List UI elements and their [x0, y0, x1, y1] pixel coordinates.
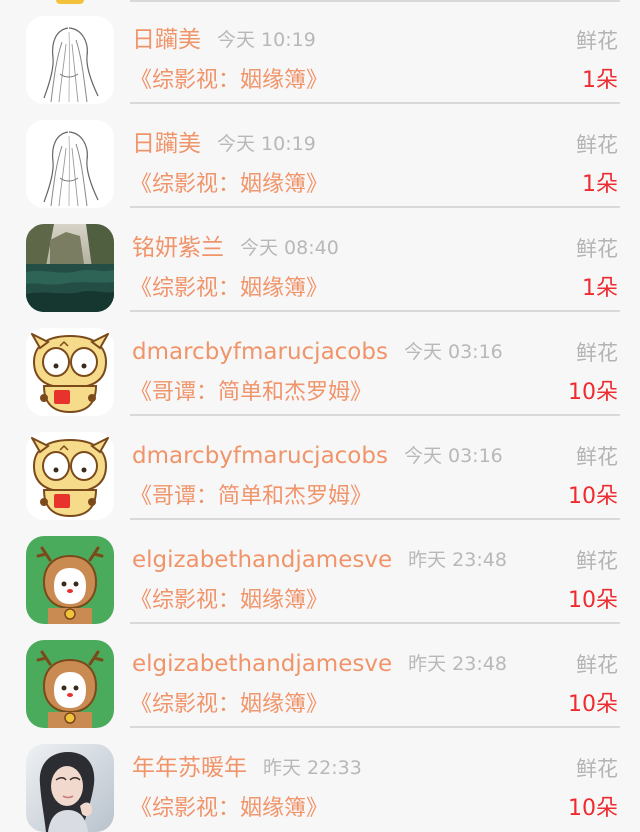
- sender-name[interactable]: 日躏美 今天 10:19: [132, 24, 316, 56]
- sender-name[interactable]: 铭妍紫兰 今天 08:40: [132, 232, 339, 264]
- gift-count: 1朵: [582, 68, 618, 93]
- gift-count: 10朵: [568, 692, 618, 717]
- reindeer-avatar-icon[interactable]: [26, 536, 114, 624]
- list-item[interactable]: 年年苏暖年 昨天 22:33 鲜花 《综影视：姻缘簿》 10朵: [0, 728, 640, 832]
- book-title[interactable]: 《综影视：姻缘簿》: [130, 690, 328, 720]
- list-item[interactable]: 铭妍紫兰 今天 08:40 鲜花 《综影视：姻缘簿》 1朵: [0, 208, 640, 312]
- send-time: 昨天 22:33: [263, 757, 362, 779]
- send-time: 今天 03:16: [403, 341, 503, 363]
- cartoon-cat-avatar-icon[interactable]: [26, 328, 114, 416]
- book-title[interactable]: 《综影视：姻缘簿》: [130, 170, 328, 200]
- gift-count: 10朵: [568, 380, 618, 405]
- sender-name[interactable]: 年年苏暖年 昨天 22:33: [132, 752, 362, 784]
- book-title[interactable]: 《哥谭：简单和杰罗姆》: [130, 378, 372, 408]
- gift-type: 鲜花: [576, 549, 618, 573]
- gift-type: 鲜花: [576, 341, 618, 365]
- gift-type: 鲜花: [576, 237, 618, 261]
- sketch-girl-avatar-icon[interactable]: [26, 120, 114, 208]
- list-item[interactable]: elgizabethandjamesve 昨天 23:48 鲜花 《综影视：姻缘簿…: [0, 520, 640, 624]
- gift-count: 10朵: [568, 484, 618, 509]
- gift-type: 鲜花: [576, 445, 618, 469]
- sender-name-text[interactable]: dmarcbyfmarucjacobs: [132, 339, 388, 365]
- send-time: 今天 08:40: [240, 237, 339, 259]
- sender-name[interactable]: dmarcbyfmarucjacobs 今天 03:16: [132, 440, 503, 472]
- gift-type: 鲜花: [576, 757, 618, 781]
- portrait-photo-avatar-icon[interactable]: [26, 744, 114, 832]
- cartoon-cat-avatar-icon[interactable]: [26, 432, 114, 520]
- sender-name-text[interactable]: 年年苏暖年: [132, 755, 247, 781]
- gift-count: 1朵: [582, 172, 618, 197]
- gift-count: 10朵: [568, 588, 618, 613]
- sender-name-text[interactable]: 日躏美: [132, 131, 201, 157]
- reindeer-avatar-icon[interactable]: [26, 640, 114, 728]
- book-title[interactable]: 《综影视：姻缘簿》: [130, 586, 328, 616]
- gift-count: 10朵: [568, 796, 618, 821]
- sender-name[interactable]: elgizabethandjamesve 昨天 23:48: [132, 648, 507, 680]
- book-title[interactable]: 《综影视：姻缘簿》: [130, 274, 328, 304]
- book-title[interactable]: 《哥谭：简单和杰罗姆》: [130, 482, 372, 512]
- list-item[interactable]: 日躏美 今天 10:19 鲜花 《综影视：姻缘簿》 1朵: [0, 0, 640, 104]
- book-title[interactable]: 《综影视：姻缘簿》: [130, 794, 328, 824]
- list-item[interactable]: dmarcbyfmarucjacobs 今天 03:16 鲜花 《哥谭：简单和杰罗…: [0, 416, 640, 520]
- send-time: 今天 03:16: [403, 445, 503, 467]
- gift-record-list: 日躏美 今天 10:19 鲜花 《综影视：姻缘簿》 1朵 日躏美 今天 10:19 …: [0, 0, 640, 832]
- send-time: 昨天 23:48: [408, 549, 507, 571]
- list-item[interactable]: dmarcbyfmarucjacobs 今天 03:16 鲜花 《哥谭：简单和杰罗…: [0, 312, 640, 416]
- list-item[interactable]: elgizabethandjamesve 昨天 23:48 鲜花 《综影视：姻缘簿…: [0, 624, 640, 728]
- gift-type: 鲜花: [576, 653, 618, 677]
- sender-name-text[interactable]: 铭妍紫兰: [132, 235, 224, 261]
- send-time: 今天 10:19: [217, 29, 316, 51]
- sender-name-text[interactable]: dmarcbyfmarucjacobs: [132, 443, 388, 469]
- gift-count: 1朵: [582, 276, 618, 301]
- sender-name[interactable]: elgizabethandjamesve 昨天 23:48: [132, 544, 507, 576]
- sender-name-text[interactable]: elgizabethandjamesve: [132, 651, 392, 677]
- send-time: 今天 10:19: [217, 133, 316, 155]
- sketch-girl-avatar-icon[interactable]: [26, 16, 114, 104]
- gift-type: 鲜花: [576, 29, 618, 53]
- green-lake-avatar-icon[interactable]: [26, 224, 114, 312]
- send-time: 昨天 23:48: [408, 653, 507, 675]
- list-item[interactable]: 日躏美 今天 10:19 鲜花 《综影视：姻缘簿》 1朵: [0, 104, 640, 208]
- sender-name[interactable]: dmarcbyfmarucjacobs 今天 03:16: [132, 336, 503, 368]
- book-title[interactable]: 《综影视：姻缘簿》: [130, 66, 328, 96]
- sender-name[interactable]: 日躏美 今天 10:19: [132, 128, 316, 160]
- sender-name-text[interactable]: 日躏美: [132, 27, 201, 53]
- gift-type: 鲜花: [576, 133, 618, 157]
- sender-name-text[interactable]: elgizabethandjamesve: [132, 547, 392, 573]
